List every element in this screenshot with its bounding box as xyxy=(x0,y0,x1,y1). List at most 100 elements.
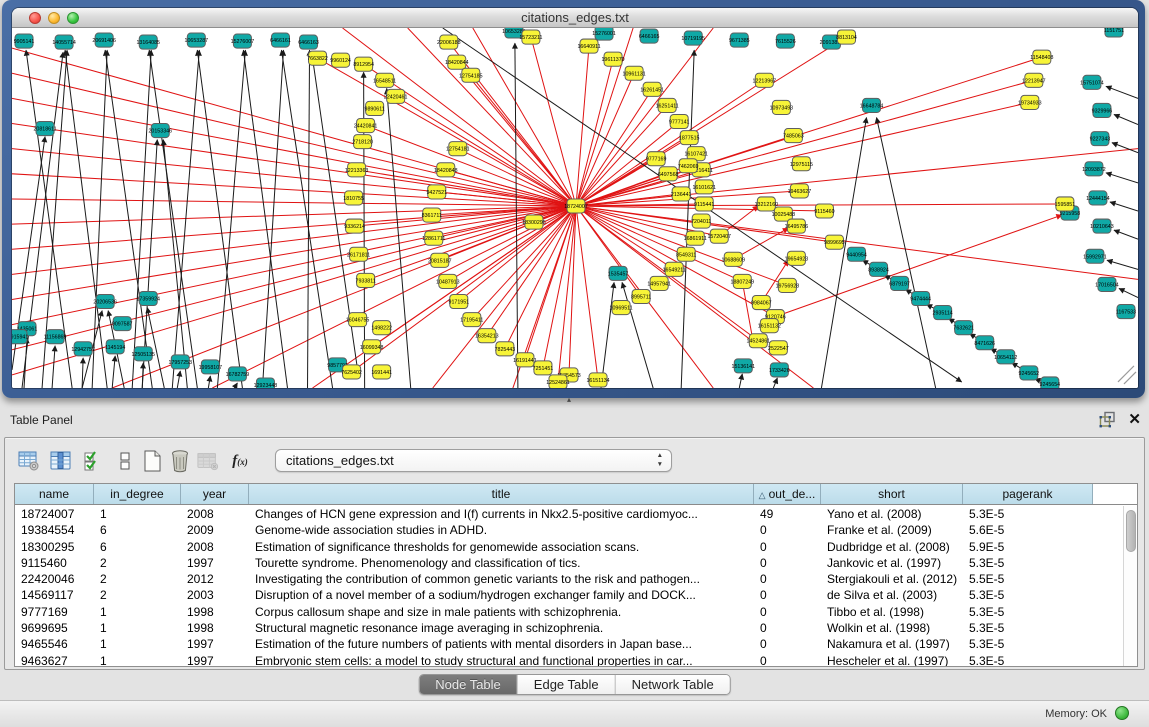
graph-node[interactable]: 16151132 xyxy=(758,319,781,333)
graph-node[interactable]: 18300295 xyxy=(522,215,546,229)
graph-node[interactable]: 19734933 xyxy=(1018,95,1042,109)
table-row[interactable]: 1456911722003Disruption of a novel membe… xyxy=(15,587,1123,603)
graph-node[interactable]: 11156869 xyxy=(44,330,67,344)
graph-edge[interactable] xyxy=(1106,173,1138,183)
graph-node[interactable]: 10961131 xyxy=(623,66,646,80)
graph-node[interactable]: 16640911 xyxy=(577,39,600,53)
graph-node[interactable]: 12923448 xyxy=(254,378,278,388)
graph-node[interactable]: 1535457 xyxy=(608,266,629,280)
graph-node[interactable]: 12213947 xyxy=(1022,73,1046,87)
graph-node[interactable]: 18724007 xyxy=(564,199,588,213)
graph-node[interactable]: 16261451 xyxy=(640,82,664,96)
graph-node[interactable]: 1733426 xyxy=(769,363,790,377)
graph-edge[interactable] xyxy=(52,346,55,388)
graph-node[interactable]: 10653287 xyxy=(185,33,209,47)
graph-node[interactable]: 10210643 xyxy=(1090,219,1114,233)
table-row[interactable]: 1938455462009Genome-wide association stu… xyxy=(15,522,1123,538)
graph-node[interactable]: 14055714 xyxy=(52,35,76,49)
graph-edge[interactable] xyxy=(65,50,107,388)
vertical-scrollbar[interactable] xyxy=(1123,506,1137,666)
column-header-pagerank[interactable]: pagerank xyxy=(963,484,1093,504)
graph-node[interactable]: 7632621 xyxy=(953,321,974,335)
graph-edge[interactable] xyxy=(12,73,576,206)
graph-node[interactable]: 16151134 xyxy=(586,373,609,387)
graph-node[interactable]: 9227343 xyxy=(1090,132,1111,146)
graph-node[interactable]: 9960124 xyxy=(330,53,351,67)
graph-edge[interactable] xyxy=(12,206,576,224)
tab-network-table[interactable]: Network Table xyxy=(616,675,730,694)
graph-edge[interactable] xyxy=(473,28,576,206)
graph-node[interactable]: 20153346 xyxy=(148,124,172,138)
graph-edge[interactable] xyxy=(132,50,151,388)
tab-node-table[interactable]: Node Table xyxy=(419,675,518,694)
graph-node[interactable]: 12213967 xyxy=(753,73,777,87)
graph-node[interactable]: 6879197 xyxy=(889,276,910,290)
column-header-year[interactable]: year xyxy=(181,484,249,504)
graph-node[interactable]: 12861711 xyxy=(422,231,445,245)
new-table-icon[interactable] xyxy=(141,450,163,472)
graph-node[interactable]: 17957253 xyxy=(169,355,193,369)
graph-node[interactable]: 19611379 xyxy=(601,52,624,66)
graph-node[interactable]: 16782759 xyxy=(226,367,250,381)
graph-node[interactable]: 22006188 xyxy=(437,35,461,49)
column-header-in-degree[interactable]: in_degree xyxy=(94,484,181,504)
graph-node[interactable]: 18420844 xyxy=(445,55,469,69)
graph-node[interactable]: 16191441 xyxy=(513,353,537,367)
graph-node[interactable]: 19756928 xyxy=(776,278,800,292)
graph-node[interactable]: 7825443 xyxy=(495,342,516,356)
graph-node[interactable]: 7204011 xyxy=(691,214,711,228)
graph-node[interactable]: 16648784 xyxy=(860,98,884,112)
graph-node[interactable]: 9245654 xyxy=(1040,377,1061,388)
table-row[interactable]: 977716911998Corpus callosum shape and si… xyxy=(15,604,1123,620)
scrollbar-thumb[interactable] xyxy=(1126,510,1136,552)
graph-node[interactable]: 8471626 xyxy=(974,336,995,350)
graph-node[interactable]: 11548408 xyxy=(1030,50,1053,64)
graph-node[interactable]: 6466163 xyxy=(298,35,319,49)
graph-node[interactable]: 9171951 xyxy=(449,294,470,308)
graph-node[interactable]: 17016504 xyxy=(1095,277,1119,291)
graph-edge[interactable] xyxy=(197,50,242,388)
graph-edge[interactable] xyxy=(1114,114,1138,124)
network-graph[interactable]: 9905141140557142069140613164085106532871… xyxy=(12,28,1138,388)
graph-node[interactable]: 9777141 xyxy=(669,114,690,128)
network-window-titlebar[interactable]: citations_edges.txt xyxy=(12,8,1138,28)
table-options-icon[interactable] xyxy=(18,450,40,472)
graph-node[interactable]: 16548511 xyxy=(373,73,396,87)
graph-node[interactable]: 1877515 xyxy=(679,131,700,145)
graph-edge[interactable] xyxy=(739,374,742,388)
graph-node[interactable]: 3915941 xyxy=(12,330,28,344)
graph-node[interactable]: 20691406 xyxy=(92,33,116,47)
graph-node[interactable]: 24420841 xyxy=(354,119,378,133)
graph-node[interactable]: 8549311 xyxy=(676,247,696,261)
graph-node[interactable]: 10654112 xyxy=(994,350,1017,364)
table-row[interactable]: 2242004622012Investigating the contribut… xyxy=(15,571,1123,587)
graph-node[interactable]: 9245652 xyxy=(1019,366,1040,380)
graph-node[interactable]: 15136141 xyxy=(732,359,756,373)
graph-node[interactable]: 9474444 xyxy=(910,291,931,305)
graph-node[interactable]: 12213363 xyxy=(345,163,369,177)
graph-node[interactable]: 15723211 xyxy=(519,30,542,44)
graph-node[interactable]: 9890611 xyxy=(365,101,385,115)
row-layout-icon[interactable] xyxy=(114,450,136,472)
graph-node[interactable]: 1810755 xyxy=(343,191,364,205)
graph-node[interactable]: 18420848 xyxy=(434,163,458,177)
graph-node[interactable]: 1498222 xyxy=(371,321,392,335)
graph-node[interactable]: 2935114 xyxy=(933,306,953,320)
column-header-short[interactable]: short xyxy=(821,484,963,504)
graph-node[interactable]: 9329966 xyxy=(1092,103,1113,117)
table-row[interactable]: 1872400712008Changes of HCN gene express… xyxy=(15,506,1123,522)
graph-node[interactable]: 15751074 xyxy=(1080,75,1104,89)
table-row[interactable]: 946554611997Estimation of the future num… xyxy=(15,636,1123,652)
show-columns-icon[interactable] xyxy=(50,450,72,472)
graph-node[interactable]: 8361711 xyxy=(422,208,442,222)
graph-node[interactable]: 6466161 xyxy=(270,33,291,47)
graph-node[interactable]: 12505135 xyxy=(131,347,155,361)
float-panel-icon[interactable] xyxy=(1099,411,1116,428)
graph-node[interactable]: 12975115 xyxy=(790,157,813,171)
graph-node[interactable]: 16549211 xyxy=(663,262,686,276)
tab-edge-table[interactable]: Edge Table xyxy=(518,675,616,694)
graph-node[interactable]: 15276001 xyxy=(592,28,616,40)
graph-node[interactable]: 16099348 xyxy=(360,340,384,354)
graph-node[interactable]: 7625402 xyxy=(341,365,362,379)
graph-edge[interactable] xyxy=(12,48,576,206)
